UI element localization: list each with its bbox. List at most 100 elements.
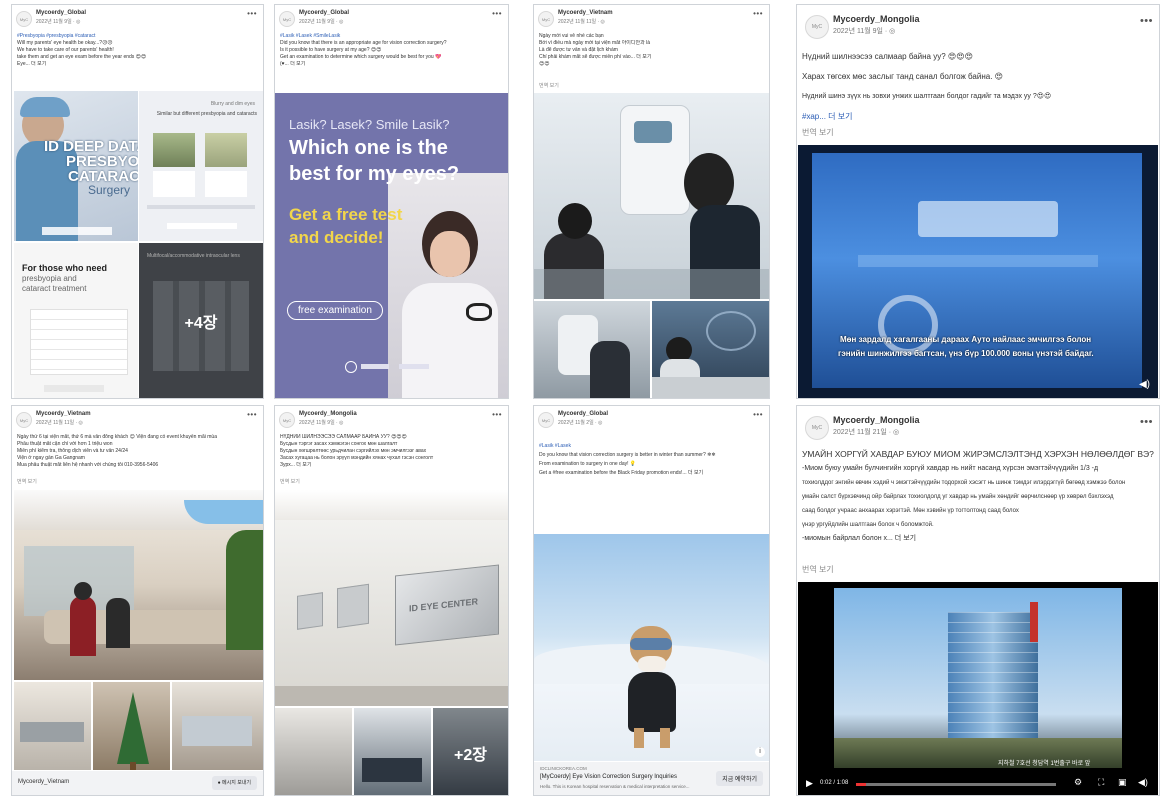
translate-link[interactable]: 번역 보기 <box>802 564 834 575</box>
post-header: MyC Mycoerdy_Mongolia 2022년 11월 9일 · ◎ •… <box>801 9 1155 39</box>
post-line[interactable]: #Lasik #Lasek <box>539 442 764 451</box>
page-avatar[interactable]: MyC <box>538 11 554 27</box>
ad-footer[interactable]: IDCLINICKOREA.COM [MyCoerdy] Eye Vision … <box>534 762 769 795</box>
post-image-center-wall[interactable]: ID EYE CENTER <box>275 490 508 706</box>
post-image-lens[interactable]: Multifocal/accommodative intraocular len… <box>139 243 263 398</box>
post-video-clinic[interactable]: Мөн зардалд хагалгааны дараах Ауто найла… <box>798 145 1158 398</box>
post-image-counter[interactable] <box>354 708 431 795</box>
post-line[interactable]: Зурх... 더 보기 <box>280 462 503 469</box>
translate-link[interactable]: 번역 보기 <box>17 478 37 485</box>
post-header: MyC Mycoerdy_Vietnam 2022년 11월 11일 · ◎ •… <box>16 410 259 432</box>
volume-icon[interactable]: ◀) <box>1138 777 1148 788</box>
post-date[interactable]: 2022년 11월 9일 · ◎ <box>36 18 80 25</box>
volume-icon[interactable]: ◀) <box>1139 379 1150 390</box>
post-image-treatment[interactable]: For those who need presbyopia and catara… <box>14 243 138 398</box>
page-avatar[interactable]: MyC <box>538 412 554 428</box>
page-avatar[interactable]: MyC <box>805 416 829 440</box>
post-image-room[interactable] <box>14 682 91 770</box>
post-date[interactable]: 2022년 11월 9일 · ◎ <box>299 419 343 426</box>
post-date[interactable]: 2022년 11월 11일 · ◎ <box>36 419 83 426</box>
post-footer: Mycoerdy_Vietnam ● 메시지 보내기 <box>12 771 263 795</box>
footer-page-name[interactable]: Mycoerdy_Vietnam <box>18 779 69 785</box>
post-line[interactable]: #Presbyopia #presbyopia #cataract <box>17 33 258 40</box>
post-image-lobby[interactable] <box>14 490 263 680</box>
translate-link[interactable]: 번역 보기 <box>280 478 300 485</box>
post-line: take them and get an eye exam before the… <box>17 54 147 60</box>
more-icon[interactable]: ••• <box>753 410 763 419</box>
video-controls: ▶ 0:02 / 1:08 ⚙ ⛶ ▣ ◀) <box>798 773 1158 795</box>
page-avatar[interactable]: MyC <box>16 11 32 27</box>
book-now-button[interactable]: 지금 예약하기 <box>716 771 763 786</box>
post-image-ad[interactable]: Lasik? Lasek? Smile Lasik? Which one is … <box>275 93 508 398</box>
post-date[interactable]: 2022년 11월 9일 · ◎ <box>833 26 895 36</box>
post-image-dog-snow[interactable]: i <box>534 534 769 761</box>
play-icon[interactable]: ▶ <box>806 778 813 789</box>
post-line[interactable]: #Lasik #Lasek #SmileLasik <box>280 33 503 40</box>
post-card-mongolia-glasses: MyC Mycoerdy_Mongolia 2022년 11월 9일 · ◎ •… <box>796 4 1160 399</box>
fullscreen-icon[interactable]: ⛶ <box>1098 777 1104 788</box>
post-line[interactable]: Get a #free examination before the Black… <box>539 469 764 478</box>
translate-link[interactable]: 번역 보기 <box>539 82 559 89</box>
video-progress-bar[interactable] <box>856 783 1056 786</box>
page-avatar[interactable]: MyC <box>805 15 829 39</box>
page-name[interactable]: Mycoerdy_Global <box>299 10 349 16</box>
img-title: Blurry and dim eyes <box>210 101 255 107</box>
post-line: 😍😍 <box>539 61 550 67</box>
post-line[interactable]: (♥... 더 보기 <box>280 61 503 68</box>
page-name[interactable]: Mycoerdy_Vietnam <box>36 411 91 417</box>
post-image-doctor[interactable]: ID DEEP DATA PRESBYOPIA CATARACT Surgery <box>14 91 138 241</box>
ad-headline: best for my eyes? <box>289 163 460 185</box>
post-video-building[interactable]: 지하철 7호선 청담역 1번출구 바로 앞 ▶ 0:02 / 1:08 ⚙ ⛶ … <box>798 582 1158 795</box>
more-icon[interactable]: ••• <box>247 410 257 419</box>
ad-title[interactable]: [MyCoerdy] Eye Vision Correction Surgery… <box>540 774 677 780</box>
post-date[interactable]: 2022년 11월 2일 · ◎ <box>558 419 602 426</box>
post-image-exam-2[interactable] <box>534 301 650 398</box>
post-image-exam[interactable] <box>534 93 769 299</box>
page-name[interactable]: Mycoerdy_Global <box>558 411 608 417</box>
post-image-corridor[interactable] <box>275 708 352 795</box>
post-image-tree[interactable] <box>93 682 170 770</box>
post-image-compare[interactable]: Blurry and dim eyes Similar but differen… <box>139 91 263 241</box>
post-line: үнэр ургуйдлийн шалтгаан болох ч боломжт… <box>802 522 934 528</box>
page-avatar[interactable]: MyC <box>279 11 295 27</box>
page-name[interactable]: Mycoerdy_Mongolia <box>833 415 920 425</box>
post-image-hall[interactable] <box>172 682 263 770</box>
post-line[interactable]: #хар... 더 보기 <box>802 107 1154 127</box>
message-button[interactable]: ● 메시지 보내기 <box>211 776 257 790</box>
post-line[interactable]: Eye... 더 보기 <box>17 61 258 68</box>
more-icon[interactable]: ••• <box>1140 416 1153 428</box>
page-avatar[interactable]: MyC <box>279 412 295 428</box>
more-images-count[interactable]: +4장 <box>139 243 263 398</box>
page-name[interactable]: Mycoerdy_Mongolia <box>299 411 357 417</box>
post-card-vietnam-exam: MyC Mycoerdy_Vietnam 2022년 11월 11일 · ◎ •… <box>533 4 770 399</box>
post-headline: УМАЙН ХОРГҮЙ ХАВДАР БУЮУ МИОМ ЖИРЭМСЛЭЛТ… <box>802 449 1154 459</box>
more-icon[interactable]: ••• <box>492 9 502 18</box>
ad-badge[interactable]: free examination <box>287 301 383 320</box>
info-icon[interactable]: i <box>755 747 765 757</box>
translate-link[interactable]: 번역 보기 <box>802 127 834 138</box>
post-line: Viện ở ngay gần Ga Gangnam <box>17 455 85 461</box>
more-icon[interactable]: ••• <box>492 410 502 419</box>
post-image-reception[interactable] <box>652 301 769 398</box>
post-date[interactable]: 2022년 11월 11일 · ◎ <box>558 18 605 25</box>
post-line: Нүдний шилнээсээ салмаар байна уу? 😍😍😍 <box>802 52 973 61</box>
page-name[interactable]: Mycoerdy_Global <box>36 10 86 16</box>
post-line[interactable]: -миомын байрлал болон х... 더 보기 <box>802 532 1154 546</box>
post-line: тохиолддог энгийн өвчин хэдий ч эмэгтэйч… <box>802 480 1126 486</box>
more-icon[interactable]: ••• <box>247 9 257 18</box>
pip-icon[interactable]: ▣ <box>1118 777 1127 788</box>
more-icon[interactable]: ••• <box>753 9 763 18</box>
post-text: #Presbyopia #presbyopia #cataract Will m… <box>17 33 258 68</box>
post-image-lobby-2[interactable]: +2장 <box>433 708 508 795</box>
more-icon[interactable]: ••• <box>1140 15 1153 27</box>
gear-icon[interactable]: ⚙ <box>1074 777 1082 788</box>
post-line[interactable]: Chỉ phải khám mắt sẽ được miễn phí vào..… <box>539 54 764 61</box>
page-name[interactable]: Mycoerdy_Vietnam <box>558 10 613 16</box>
page-name[interactable]: Mycoerdy_Mongolia <box>833 14 920 24</box>
post-date[interactable]: 2022년 11월 21일 · ◎ <box>833 427 899 437</box>
more-images-count[interactable]: +2장 <box>433 708 508 795</box>
img-heading: CATARACT <box>68 168 138 185</box>
post-date[interactable]: 2022년 11월 9일 · ◎ <box>299 18 343 25</box>
page-avatar[interactable]: MyC <box>16 412 32 428</box>
message-icon: ● <box>217 780 221 786</box>
